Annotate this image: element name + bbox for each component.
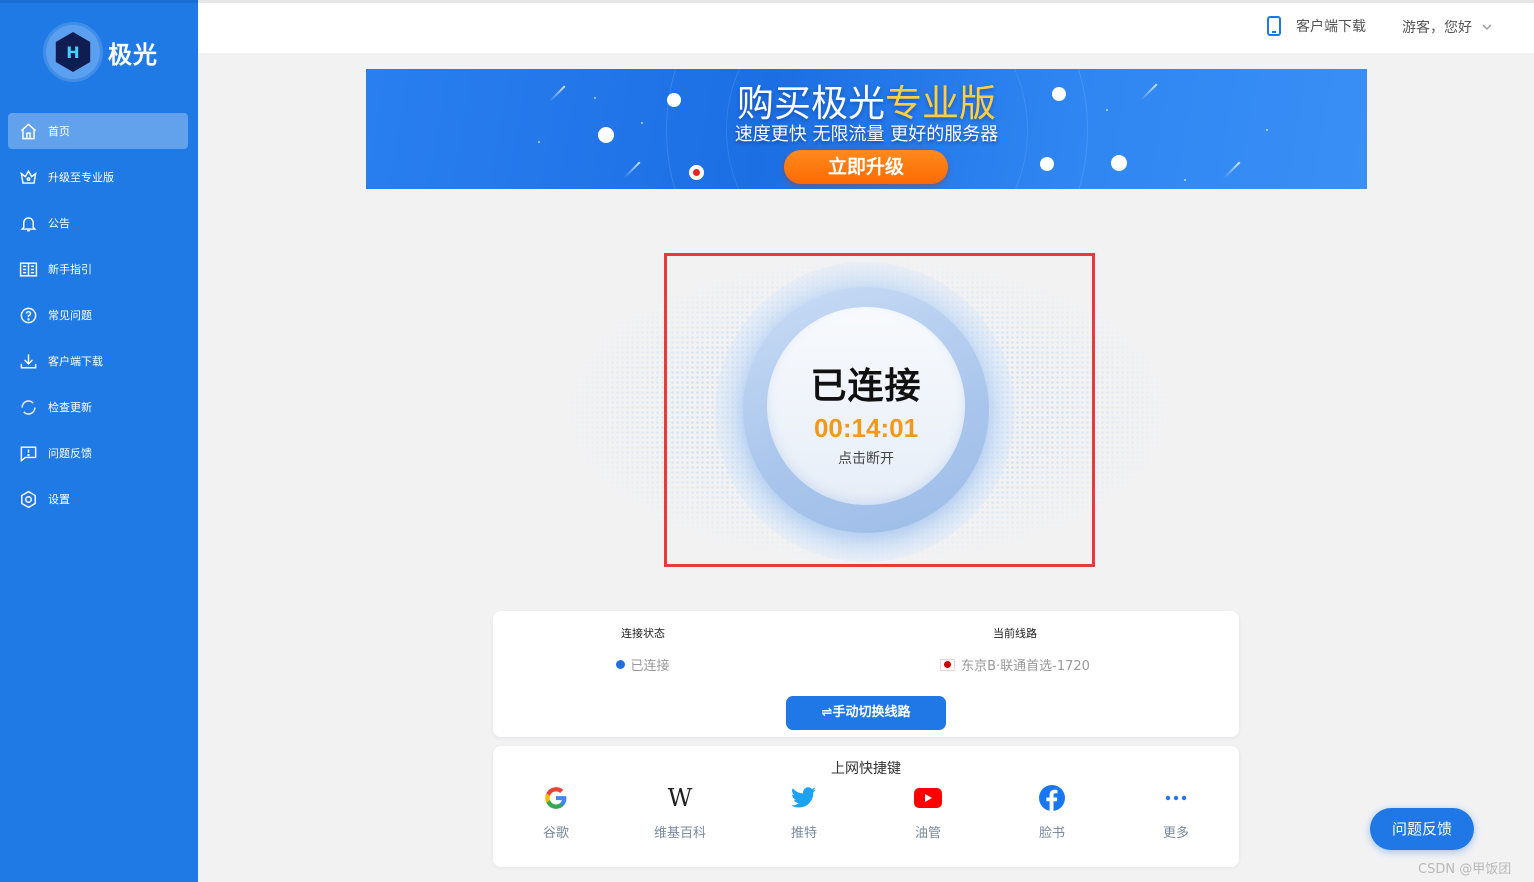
sidebar-item-label: 新手指引 <box>48 263 92 276</box>
client-download-link[interactable]: 客户端下载 <box>1266 16 1366 36</box>
sidebar-item-label: 首页 <box>48 125 70 138</box>
wikipedia-icon: W <box>667 784 693 812</box>
banner-app-icon <box>1111 155 1127 171</box>
shortcut-google[interactable]: 谷歌 <box>494 784 618 841</box>
current-line-section: 当前线路 东京B·联通首选-1720 <box>925 625 1105 674</box>
shortcut-twitter[interactable]: 推特 <box>742 784 866 841</box>
sidebar-item-label: 设置 <box>48 493 70 506</box>
connection-status-label: 连接状态 <box>621 627 665 640</box>
sidebar-item-feedback[interactable]: 问题反馈 <box>8 435 188 471</box>
shortcuts-card: 上网快捷键 谷歌 W 维基百科 推特 油管 脸书 更多 <box>493 746 1239 867</box>
sidebar-item-announcement[interactable]: 公告 <box>8 205 188 241</box>
sidebar-item-home[interactable]: 首页 <box>8 113 188 149</box>
feedback-floating-button[interactable]: 问题反馈 <box>1370 808 1474 850</box>
shortcut-more[interactable]: 更多 <box>1114 784 1238 841</box>
app-logo[interactable]: H 极光 <box>46 25 158 79</box>
rocket-trail-icon <box>1223 161 1241 179</box>
sidebar-item-label: 常见问题 <box>48 309 92 322</box>
switch-line-button[interactable]: ⇌手动切换线路 <box>786 696 946 730</box>
user-menu[interactable]: 游客，您好 <box>1402 17 1492 37</box>
watermark: CSDN @甲饭团 <box>1418 862 1512 877</box>
youtube-icon <box>866 784 990 812</box>
top-bar: 客户端下载 游客，您好 <box>198 0 1534 53</box>
logo-badge: H <box>46 25 100 79</box>
banner-title: 购买极光专业版 <box>737 82 996 125</box>
annotation-highlight-box <box>664 253 1095 567</box>
sidebar-item-download[interactable]: 客户端下载 <box>8 343 188 379</box>
upgrade-now-button[interactable]: 立即升级 <box>784 150 948 184</box>
twitter-icon <box>742 784 866 812</box>
sidebar-item-faq[interactable]: 常见问题 <box>8 297 188 333</box>
gear-icon <box>18 489 38 509</box>
rocket-trail-icon <box>623 161 641 179</box>
logo-hex-icon: H <box>55 32 91 72</box>
upgrade-banner[interactable]: 购买极光专业版 速度更快 无限流量 更好的服务器 立即升级 <box>366 69 1367 189</box>
sidebar-item-label: 升级至专业版 <box>48 171 114 184</box>
connection-status-value: 已连接 <box>583 655 703 674</box>
banner-app-icon <box>1040 157 1054 171</box>
current-line-label: 当前线路 <box>993 627 1037 640</box>
shortcut-youtube[interactable]: 油管 <box>866 784 990 841</box>
sidebar-item-label: 客户端下载 <box>48 355 103 368</box>
status-dot-icon <box>616 660 626 669</box>
user-greeting: 游客，您好 <box>1402 20 1472 36</box>
feedback-icon <box>18 443 38 463</box>
connection-status-section: 连接状态 已连接 <box>583 625 703 674</box>
question-icon <box>18 305 38 325</box>
sidebar-item-guide[interactable]: 新手指引 <box>8 251 188 287</box>
shortcut-facebook[interactable]: 脸书 <box>990 784 1114 841</box>
app-name: 极光 <box>108 40 158 69</box>
sidebar-item-settings[interactable]: 设置 <box>8 481 188 517</box>
sidebar: H 极光 首页 升级至专业版 公告 新手指引 常见问题 客户端下载 检查更新 问… <box>0 0 198 882</box>
book-icon <box>18 259 38 279</box>
google-icon <box>494 784 618 812</box>
shortcut-wikipedia[interactable]: W 维基百科 <box>618 784 742 841</box>
bell-icon <box>18 213 38 233</box>
shortcuts-title: 上网快捷键 <box>831 761 901 777</box>
client-download-label: 客户端下载 <box>1296 19 1366 35</box>
sidebar-item-label: 问题反馈 <box>48 447 92 460</box>
download-icon <box>18 351 38 371</box>
home-icon <box>18 121 38 141</box>
facebook-icon <box>990 784 1114 812</box>
sidebar-item-label: 检查更新 <box>48 401 92 414</box>
mobile-icon <box>1267 16 1281 36</box>
more-icon <box>1114 784 1238 812</box>
crown-icon <box>18 167 38 187</box>
refresh-icon <box>18 397 38 417</box>
chevron-down-icon <box>1482 24 1492 30</box>
sidebar-item-upgrade[interactable]: 升级至专业版 <box>8 159 188 195</box>
sidebar-item-label: 公告 <box>48 217 70 230</box>
sidebar-item-check-update[interactable]: 检查更新 <box>8 389 188 425</box>
banner-youtube-icon <box>689 165 704 180</box>
connection-info-card: 连接状态 已连接 当前线路 东京B·联通首选-1720 ⇌手动切换线路 <box>493 611 1239 737</box>
japan-flag-icon <box>940 658 956 671</box>
current-line-value: 东京B·联通首选-1720 <box>925 655 1105 674</box>
banner-subtitle: 速度更快 无限流量 更好的服务器 <box>734 124 999 145</box>
banner-star <box>1184 179 1186 181</box>
sidebar-nav: 首页 升级至专业版 公告 新手指引 常见问题 客户端下载 检查更新 问题反馈 设… <box>8 113 188 527</box>
